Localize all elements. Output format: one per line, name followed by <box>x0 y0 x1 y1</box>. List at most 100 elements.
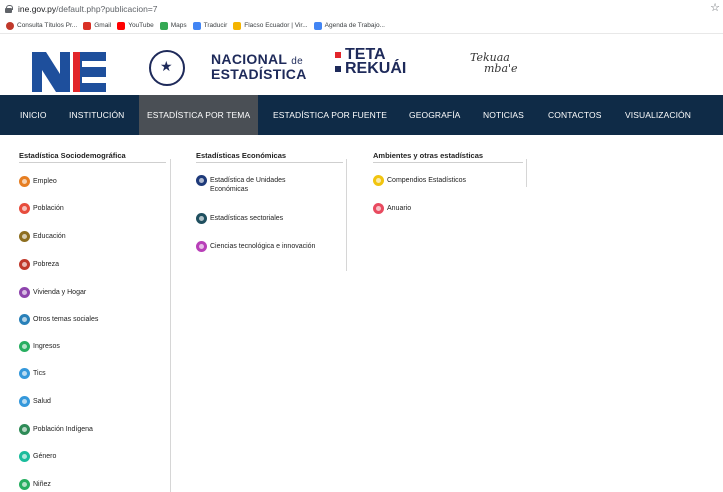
gender-icon <box>19 451 30 462</box>
menu-item-otros-temas[interactable]: Otros temas sociales <box>19 314 98 325</box>
nav-noticias[interactable]: NOTICIAS <box>483 95 524 135</box>
menu-item-ninez[interactable]: Niñez <box>19 479 51 490</box>
teta-rekuai-logo: TETA REKUÁI <box>335 47 407 77</box>
translate-icon <box>192 21 201 30</box>
yearbook-icon <box>373 203 384 214</box>
menu-item-label: Ingresos <box>33 343 60 350</box>
bookmark-youtube[interactable]: YouTube <box>117 21 154 30</box>
child-icon <box>19 479 30 490</box>
bookmark-flacso[interactable]: Flacso Ecuador | Vir... <box>233 21 308 30</box>
bookmark-gmail[interactable]: Gmail <box>83 21 112 30</box>
menu-item-ingresos[interactable]: Ingresos <box>19 341 60 352</box>
bookmarks-bar: Consulta Títulos Pr... Gmail YouTube Map… <box>0 18 723 34</box>
menu-item-compendios[interactable]: Compendios Estadísticos <box>373 175 466 186</box>
mega-menu: Estadística Sociodemográfica Empleo Pobl… <box>0 135 723 492</box>
rekuai-text: REKUÁI <box>345 60 407 77</box>
guarani-script-logo: Tekuaa mba'e <box>470 52 518 74</box>
bookmark-consulta-titulos[interactable]: Consulta Títulos Pr... <box>6 21 78 30</box>
hands-icon <box>19 259 30 270</box>
menu-item-label: Género <box>33 453 57 460</box>
menu-item-label: Estadística de Unidades Económicas <box>210 177 286 193</box>
heading-underline <box>373 162 523 163</box>
menu-item-ciencias-tecnologica[interactable]: Ciencias tecnológica e innovación <box>196 241 320 252</box>
nav-estadistica-por-fuente[interactable]: ESTADÍSTICA POR FUENTE <box>273 95 387 135</box>
sector-icon <box>196 213 207 224</box>
bookmark-label: Gmail <box>94 22 112 29</box>
script-line-2: mba'e <box>484 62 518 75</box>
compendium-icon <box>373 175 384 186</box>
url-host: ine.gov.py <box>18 4 57 14</box>
menu-item-label: Niñez <box>33 481 51 488</box>
address-bar[interactable]: ine.gov.py/default.php?publicacion=7 ☆ <box>0 0 723 18</box>
menu-item-estadisticas-sectoriales[interactable]: Estadísticas sectoriales <box>196 213 320 224</box>
menu-item-label: Tics <box>33 370 46 377</box>
menu-item-anuario[interactable]: Anuario <box>373 203 411 214</box>
main-nav: INICIO INSTITUCIÓN ESTADÍSTICA POR TEMA … <box>0 95 723 135</box>
paraguay-seal-icon <box>149 50 185 86</box>
menu-item-label: Vivienda y Hogar <box>33 289 87 296</box>
briefcase-icon <box>19 176 30 187</box>
info-icon <box>19 314 30 325</box>
menu-item-label: Población Indígena <box>33 426 93 433</box>
bookmark-label: Maps <box>170 22 187 29</box>
book-icon <box>19 231 30 242</box>
bookmark-star-icon[interactable]: ☆ <box>710 2 720 14</box>
bookmark-label: Traducir <box>203 22 228 29</box>
people-icon <box>19 203 30 214</box>
estadistica-text: ESTADÍSTICA <box>211 66 307 82</box>
building-icon <box>196 175 207 186</box>
menu-item-pobreza[interactable]: Pobreza <box>19 259 59 270</box>
menu-item-poblacion[interactable]: Población <box>19 203 64 214</box>
column-divider <box>170 159 171 492</box>
ambientes-heading: Ambientes y otras estadísticas <box>373 151 484 160</box>
url-text[interactable]: ine.gov.py/default.php?publicacion=7 <box>18 4 158 14</box>
nav-contactos[interactable]: CONTACTOS <box>548 95 601 135</box>
maps-icon <box>159 21 168 30</box>
economicas-heading: Estadísticas Económicas <box>196 151 287 160</box>
menu-item-label: Estadísticas sectoriales <box>210 215 284 222</box>
heading-underline <box>196 162 343 163</box>
sociodemografica-heading: Estadística Sociodemográfica <box>19 151 126 160</box>
nav-visualizacion[interactable]: VISUALIZACIÓN <box>625 95 691 135</box>
nav-inicio[interactable]: INICIO <box>20 95 47 135</box>
menu-item-label: Ciencias tecnológica e innovación <box>210 243 316 250</box>
menu-item-salud[interactable]: Salud <box>19 396 51 407</box>
youtube-icon <box>117 21 126 30</box>
bookmark-maps[interactable]: Maps <box>159 21 187 30</box>
house-icon <box>19 287 30 298</box>
nav-estadistica-por-tema[interactable]: ESTADÍSTICA POR TEMA <box>139 95 259 135</box>
menu-item-label: Anuario <box>387 205 412 212</box>
site-header: NACIONAL de ESTADÍSTICA TETA REKUÁI Teku… <box>0 34 723 95</box>
menu-item-label: Otros temas sociales <box>33 316 99 323</box>
menu-item-poblacion-indigena[interactable]: Población Indígena <box>19 424 93 435</box>
menu-item-label: Compendios Estadísticos <box>387 177 466 184</box>
menu-item-educacion[interactable]: Educación <box>19 231 66 242</box>
menu-item-label: Salud <box>33 398 51 405</box>
consulta-favicon-icon <box>6 21 14 30</box>
health-icon <box>19 396 30 407</box>
menu-item-empleo[interactable]: Empleo <box>19 176 57 187</box>
menu-item-label: Pobreza <box>33 261 60 268</box>
menu-item-genero[interactable]: Género <box>19 451 56 462</box>
bookmark-traducir[interactable]: Traducir <box>192 21 228 30</box>
nav-institucion[interactable]: INSTITUCIÓN <box>69 95 124 135</box>
red-square-icon <box>335 51 341 58</box>
heading-underline <box>19 162 166 163</box>
science-icon <box>196 241 207 252</box>
bookmark-label: Flacso Ecuador | Vir... <box>244 22 308 29</box>
column-divider <box>346 159 347 271</box>
lock-icon <box>5 5 13 13</box>
indigenous-icon <box>19 424 30 435</box>
menu-item-vivienda[interactable]: Vivienda y Hogar <box>19 287 86 298</box>
menu-item-tics[interactable]: Tics <box>19 368 46 379</box>
ine-logo[interactable] <box>30 48 108 94</box>
bookmark-label: Consulta Títulos Pr... <box>17 22 78 29</box>
bookmark-label: YouTube <box>128 22 154 29</box>
column-divider <box>526 159 527 187</box>
menu-item-label: Empleo <box>33 178 57 185</box>
menu-item-label: Educación <box>33 233 66 240</box>
menu-item-unidades-economicas[interactable]: Estadística de Unidades Económicas <box>196 175 320 194</box>
bookmark-agenda[interactable]: Agenda de Trabajo... <box>313 21 385 30</box>
nav-geografia[interactable]: GEOGRAFÍA <box>409 95 460 135</box>
money-icon <box>19 341 30 352</box>
